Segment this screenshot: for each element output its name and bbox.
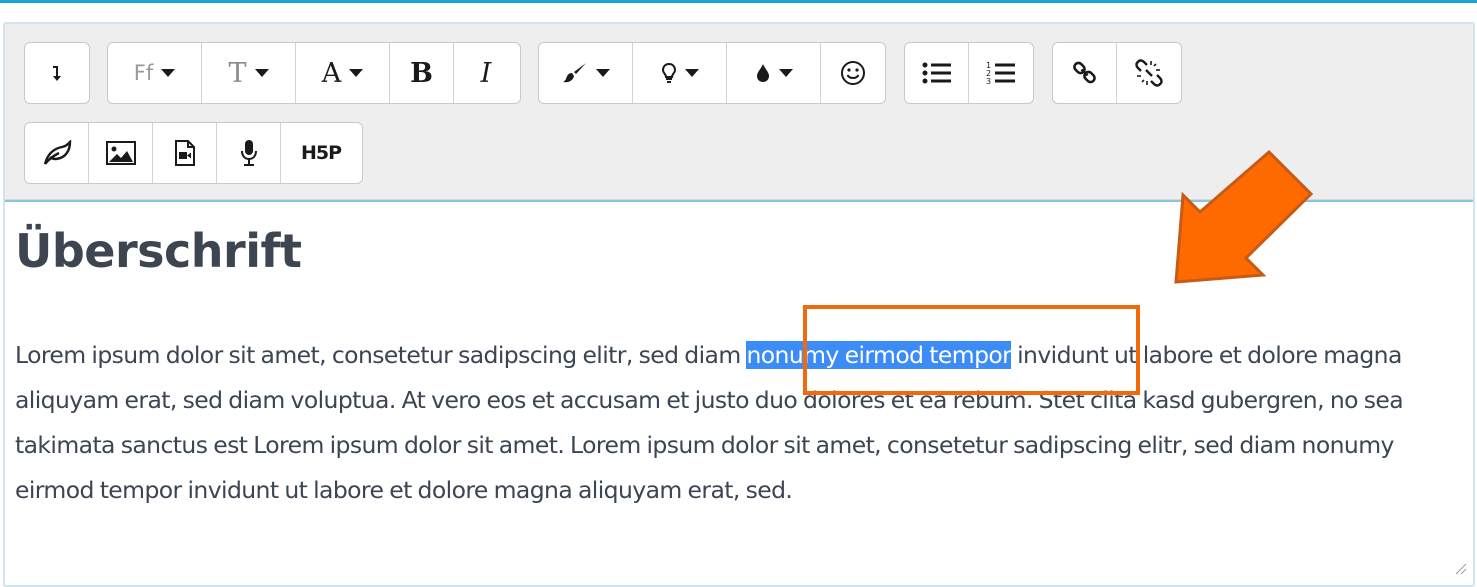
chevron-down-icon	[684, 69, 699, 77]
resize-handle-icon[interactable]	[1455, 560, 1467, 579]
insert-image-button[interactable]	[89, 123, 153, 183]
annotation-highlight-box	[803, 305, 1140, 395]
bullet-list-icon	[922, 62, 952, 84]
font-size-button[interactable]: T	[202, 43, 296, 103]
chevron-down-icon	[161, 69, 176, 77]
toolbar-group-font: Ff T A B I	[107, 42, 521, 104]
paragraph-break-button[interactable]	[25, 43, 89, 103]
bold-label: B	[410, 57, 433, 89]
content-heading: Überschrift	[15, 224, 302, 278]
image-icon	[105, 141, 136, 165]
background-color-button[interactable]	[727, 43, 821, 103]
toolbar-group-insert: H5P	[24, 122, 363, 184]
italic-button[interactable]: I	[454, 43, 518, 103]
microphone-icon	[239, 139, 259, 167]
lightbulb-icon	[661, 62, 677, 84]
insert-media-button[interactable]	[153, 123, 217, 183]
h5p-label: H5P	[300, 142, 342, 164]
list-number-3: 3	[986, 77, 991, 85]
link-icon	[1071, 59, 1099, 87]
insert-h5p-button[interactable]: H5P	[281, 123, 361, 183]
leaf-icon	[42, 140, 72, 166]
numbered-list-icon: 1 2 3	[986, 61, 1016, 85]
font-color-label: A	[321, 57, 342, 89]
chevron-down-icon	[349, 69, 364, 77]
lightbulb-button[interactable]	[633, 43, 727, 103]
unlink-icon	[1134, 58, 1164, 88]
link-button[interactable]	[1053, 43, 1117, 103]
toolbar-group-lists: 1 2 3	[904, 42, 1034, 104]
video-file-icon	[174, 140, 196, 166]
content-paragraph: Lorem ipsum dolor sit amet, consetetur s…	[15, 333, 1470, 513]
chevron-down-icon	[254, 69, 269, 77]
leaf-button[interactable]	[25, 123, 89, 183]
annotation-arrow-icon	[1165, 148, 1317, 292]
ordered-list-button[interactable]: 1 2 3	[969, 43, 1033, 103]
top-accent-line	[0, 0, 1477, 3]
arrow-down-icon	[51, 64, 63, 82]
rich-text-editor: Ff T A B I 1 2 3 H5P Überschrift Lorem i…	[3, 22, 1475, 587]
drop-icon	[755, 62, 771, 84]
text-color-button[interactable]	[539, 43, 633, 103]
paragraph-text-before: Lorem ipsum dolor sit amet, consetetur s…	[15, 341, 747, 369]
chevron-down-icon	[778, 69, 793, 77]
record-audio-button[interactable]	[217, 123, 281, 183]
emoticon-button[interactable]	[821, 43, 885, 103]
chevron-down-icon	[595, 69, 610, 77]
italic-label: I	[480, 57, 492, 89]
unordered-list-button[interactable]	[905, 43, 969, 103]
bold-button[interactable]: B	[390, 43, 454, 103]
smiley-icon	[840, 60, 866, 86]
toolbar-group-links	[1052, 42, 1182, 104]
font-family-label: Ff	[133, 61, 154, 85]
font-family-button[interactable]: Ff	[108, 43, 202, 103]
font-color-button[interactable]: A	[296, 43, 390, 103]
toolbar-group-break	[24, 42, 90, 104]
font-size-label: T	[228, 57, 247, 89]
brush-icon	[562, 62, 588, 84]
unlink-button[interactable]	[1117, 43, 1181, 103]
toolbar-group-style	[538, 42, 886, 104]
